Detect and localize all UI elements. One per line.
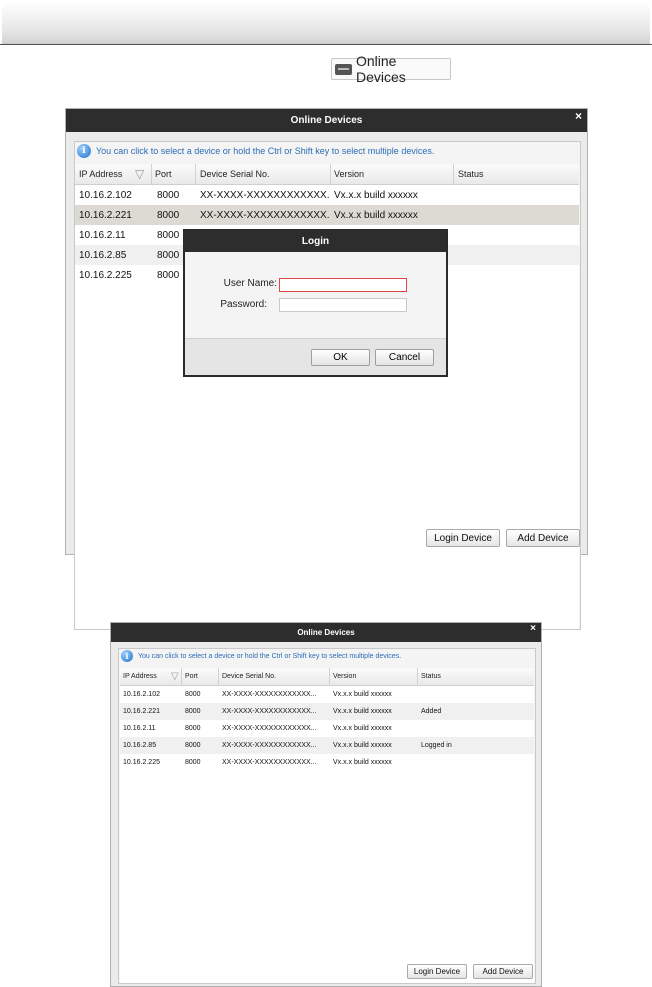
login-title: Login xyxy=(185,231,446,252)
password-label: Password: xyxy=(220,299,267,310)
cell-serial: XX-XXXX-XXXXXXXXXXXX... xyxy=(222,742,317,749)
cell-version: Vx.x.x build xxxxxx xyxy=(334,209,418,221)
cell-ip: 10.16.2.102 xyxy=(123,691,160,698)
cell-serial: XX-XXXX-XXXXXXXXXXXX... xyxy=(200,189,330,201)
info-message: i You can click to select a device or ho… xyxy=(77,144,434,158)
cell-status: Added xyxy=(421,708,442,715)
cell-status xyxy=(421,686,531,703)
table-row[interactable]: 10.16.2.102 8000 XX-XXXX-XXXXXXXXXXXX... Vx… xyxy=(120,686,534,703)
cell-serial: XX-XXXX-XXXXXXXXXXXX... xyxy=(222,759,317,766)
header-divider xyxy=(0,44,652,45)
info-message: i You can click to select a device or ho… xyxy=(121,650,401,662)
cell-version: Vx.x.x build xxxxxx xyxy=(333,759,392,766)
cell-port: 8000 xyxy=(157,189,180,201)
dialog-title: Online Devices xyxy=(111,623,541,642)
add-device-button[interactable]: Add Device xyxy=(473,964,533,979)
column-ip-address[interactable]: IP Address ▽ xyxy=(75,164,152,184)
device-table: IP Address ▽ Port Device Serial No. Vers… xyxy=(120,668,534,983)
sort-icon[interactable]: ▽ xyxy=(135,167,144,181)
online-devices-label: Online Devices xyxy=(355,53,406,85)
cell-version: Vx.x.x build xxxxxx xyxy=(333,742,392,749)
column-port[interactable]: Port xyxy=(182,668,219,685)
cancel-button[interactable]: Cancel xyxy=(375,349,434,366)
column-version[interactable]: Version xyxy=(331,164,454,184)
cell-ip: 10.16.2.225 xyxy=(79,269,132,281)
column-ip-address[interactable]: IP Address ▽ xyxy=(120,668,182,685)
username-input[interactable] xyxy=(279,278,407,292)
column-status[interactable]: Status xyxy=(418,668,534,685)
cell-status xyxy=(458,205,576,225)
cell-status: Logged in xyxy=(421,742,452,749)
cell-version: Vx.x.x build xxxxxx xyxy=(333,725,392,732)
info-icon: i xyxy=(77,144,91,158)
cell-serial: XX-XXXX-XXXXXXXXXXXX... xyxy=(222,725,317,732)
cell-ip: 10.16.2.11 xyxy=(79,229,126,241)
column-serial[interactable]: Device Serial No. xyxy=(196,164,331,184)
login-device-button[interactable]: Login Device xyxy=(407,964,467,979)
cell-status xyxy=(421,720,531,737)
info-icon: i xyxy=(121,650,133,662)
add-device-button[interactable]: Add Device xyxy=(506,529,580,547)
online-devices-dialog-result: Online Devices × i You can click to sele… xyxy=(110,622,542,987)
table-row[interactable]: 10.16.2.221 8000 XX-XXXX-XXXXXXXXXXXX... Vx… xyxy=(75,205,579,225)
column-version[interactable]: Version xyxy=(330,668,418,685)
cell-ip: 10.16.2.221 xyxy=(123,708,160,715)
dialog-title: Online Devices xyxy=(66,109,587,132)
table-header: IP Address ▽ Port Device Serial No. Vers… xyxy=(120,668,534,686)
cell-ip: 10.16.2.221 xyxy=(79,209,132,221)
password-input[interactable] xyxy=(279,298,407,312)
login-dialog: Login User Name: Password: OK Cancel xyxy=(183,229,448,377)
cell-ip: 10.16.2.85 xyxy=(79,249,127,261)
cell-port: 8000 xyxy=(185,708,201,715)
cell-status xyxy=(458,225,576,245)
login-body: User Name: Password: xyxy=(185,252,446,339)
table-row[interactable]: 10.16.2.102 8000 XX-XXXX-XXXXXXXXXXXX... Vx… xyxy=(75,185,579,205)
cell-version: Vx.x.x build xxxxxx xyxy=(333,691,392,698)
cell-serial: XX-XXXX-XXXXXXXXXXXX... xyxy=(222,708,317,715)
cell-ip: 10.16.2.11 xyxy=(123,725,156,732)
cell-port: 8000 xyxy=(185,725,201,732)
cell-serial: XX-XXXX-XXXXXXXXXXXX... xyxy=(222,691,317,698)
login-device-button[interactable]: Login Device xyxy=(426,529,500,547)
cell-serial: XX-XXXX-XXXXXXXXXXXX... xyxy=(200,209,330,221)
username-label: User Name: xyxy=(223,278,277,289)
info-text: You can click to select a device or hold… xyxy=(138,652,402,660)
cell-version: Vx.x.x build xxxxxx xyxy=(334,189,418,201)
device-icon xyxy=(335,63,352,75)
page-header xyxy=(2,2,650,43)
cell-port: 8000 xyxy=(157,209,180,221)
cell-status xyxy=(421,754,531,771)
cell-port: 8000 xyxy=(185,691,201,698)
table-row[interactable]: 10.16.2.221 8000 XX-XXXX-XXXXXXXXXXXX... Vx… xyxy=(120,703,534,720)
column-status[interactable]: Status xyxy=(454,164,579,184)
cell-ip: 10.16.2.102 xyxy=(79,189,132,201)
cell-ip: 10.16.2.225 xyxy=(123,759,160,766)
table-row[interactable]: 10.16.2.225 8000 XX-XXXX-XXXXXXXXXXXX... Vx… xyxy=(120,754,534,771)
online-devices-button[interactable]: Online Devices xyxy=(331,53,451,85)
table-row[interactable]: 10.16.2.11 8000 XX-XXXX-XXXXXXXXXXXX... Vx.… xyxy=(120,720,534,737)
close-icon[interactable]: × xyxy=(575,109,582,123)
column-port[interactable]: Port xyxy=(152,164,196,184)
table-row[interactable]: 10.16.2.85 8000 XX-XXXX-XXXXXXXXXXXX... Vx.… xyxy=(120,737,534,754)
cell-version: Vx.x.x build xxxxxx xyxy=(333,708,392,715)
close-icon[interactable]: × xyxy=(530,623,536,634)
sort-icon[interactable]: ▽ xyxy=(171,671,179,682)
cell-port: 8000 xyxy=(185,759,201,766)
column-serial[interactable]: Device Serial No. xyxy=(219,668,330,685)
cell-status xyxy=(458,245,576,265)
ok-button[interactable]: OK xyxy=(311,349,370,366)
cell-port: 8000 xyxy=(185,742,201,749)
cell-ip: 10.16.2.85 xyxy=(123,742,157,749)
info-text: You can click to select a device or hold… xyxy=(96,146,435,156)
table-header: IP Address ▽ Port Device Serial No. Vers… xyxy=(75,164,579,185)
cell-status xyxy=(458,185,576,205)
cell-status xyxy=(458,265,576,285)
